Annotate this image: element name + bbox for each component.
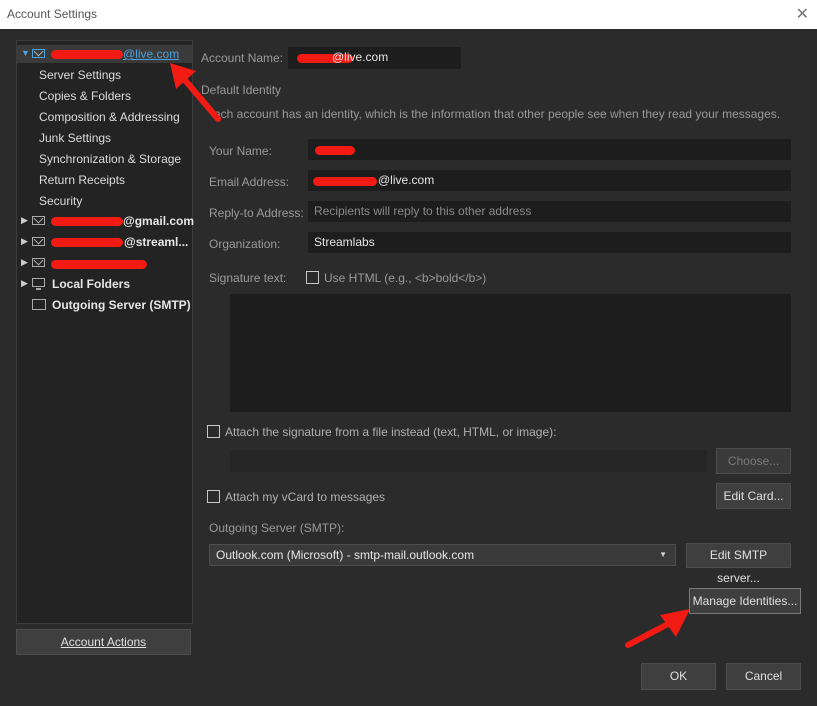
- attach-vcard-checkbox[interactable]: [207, 490, 220, 503]
- tree-item-server-settings[interactable]: Server Settings: [39, 66, 121, 84]
- organization-label: Organization:: [209, 237, 281, 251]
- manage-identities-button[interactable]: Manage Identities...: [689, 588, 801, 614]
- tree-local-folders-label: Local Folders: [52, 277, 131, 291]
- envelope-icon: [32, 216, 45, 225]
- use-html-label: Use HTML (e.g., <b>bold</b>): [324, 271, 487, 285]
- ok-button[interactable]: OK: [641, 663, 716, 690]
- tree-account-label: @streaml...: [124, 235, 189, 249]
- edit-card-button[interactable]: Edit Card...: [716, 483, 791, 509]
- monitor-icon: [32, 278, 45, 290]
- redaction-mark: [51, 260, 147, 269]
- replyto-label: Reply-to Address:: [209, 206, 304, 220]
- tree-account-live[interactable]: ▼ @live.com: [17, 45, 192, 63]
- tree-item-composition[interactable]: Composition & Addressing: [39, 108, 180, 126]
- tree-account-streamlabs[interactable]: ▶ @streaml...: [17, 233, 192, 251]
- use-html-checkbox[interactable]: [306, 271, 319, 284]
- smtp-label: Outgoing Server (SMTP):: [209, 521, 345, 535]
- default-identity-title: Default Identity: [201, 83, 282, 97]
- organization-field[interactable]: Streamlabs: [308, 232, 791, 253]
- tree-item-security[interactable]: Security: [39, 192, 82, 210]
- cancel-button[interactable]: Cancel: [726, 663, 801, 690]
- account-actions-button[interactable]: Account Actions: [16, 629, 191, 655]
- signature-label: Signature text:: [209, 271, 287, 285]
- smtp-select-value: Outlook.com (Microsoft) - smtp-mail.outl…: [216, 548, 475, 562]
- expand-icon[interactable]: ▶: [21, 257, 28, 268]
- tree-account-gmail[interactable]: ▶ @gmail.com: [17, 212, 195, 230]
- edit-smtp-button[interactable]: Edit SMTP server...: [686, 543, 791, 585]
- tree-account-other[interactable]: ▶: [17, 254, 192, 272]
- redaction-mark: [51, 238, 123, 247]
- window-title: Account Settings: [7, 7, 98, 21]
- signature-file-field[interactable]: [230, 450, 707, 472]
- attach-signature-label: Attach the signature from a file instead…: [225, 425, 557, 439]
- account-name-label: Account Name:: [201, 51, 284, 65]
- your-name-label: Your Name:: [209, 144, 272, 158]
- choose-button[interactable]: Choose...: [716, 448, 791, 474]
- redaction-mark: [315, 146, 355, 155]
- tree-item-synchronization[interactable]: Synchronization & Storage: [39, 150, 181, 168]
- identity-description: ach account has an identity, which is th…: [214, 107, 781, 121]
- smtp-select[interactable]: Outlook.com (Microsoft) - smtp-mail.outl…: [209, 544, 676, 566]
- account-name-field[interactable]: @live.com: [288, 47, 461, 69]
- expand-icon[interactable]: ▼: [21, 48, 30, 58]
- expand-icon[interactable]: ▶: [21, 236, 28, 247]
- outbox-icon: [32, 299, 46, 310]
- tree-account-label: @live.com: [123, 47, 180, 61]
- signature-textarea[interactable]: [230, 294, 791, 412]
- account-tree[interactable]: ▼ @live.com Server Settings Copies & Fol…: [16, 40, 195, 624]
- tree-item-copies-folders[interactable]: Copies & Folders: [39, 87, 131, 105]
- envelope-icon: [32, 237, 45, 246]
- replyto-field[interactable]: Recipients will reply to this other addr…: [308, 201, 791, 222]
- redaction-mark: [51, 217, 123, 226]
- attach-signature-checkbox[interactable]: [207, 425, 220, 438]
- email-field[interactable]: @live.com: [308, 170, 791, 191]
- chevron-down-icon: ▼: [659, 550, 667, 559]
- expand-icon[interactable]: ▶: [21, 215, 28, 226]
- your-name-field[interactable]: [308, 139, 791, 160]
- title-bar: Account Settings ✕: [0, 0, 817, 29]
- tree-outgoing-label: Outgoing Server (SMTP): [52, 298, 191, 312]
- expand-icon[interactable]: ▶: [21, 278, 28, 289]
- close-icon[interactable]: ✕: [796, 4, 809, 24]
- envelope-icon: [32, 258, 45, 267]
- email-label: Email Address:: [209, 175, 290, 189]
- redaction-mark: [51, 50, 123, 59]
- tree-outgoing-server[interactable]: Outgoing Server (SMTP): [17, 296, 192, 314]
- tree-item-junk-settings[interactable]: Junk Settings: [39, 129, 111, 147]
- tree-local-folders[interactable]: ▶ Local Folders: [17, 275, 192, 293]
- account-actions-label: Account Actions: [60, 635, 147, 649]
- redaction-mark: [313, 177, 377, 186]
- account-name-value: @live.com: [332, 50, 389, 64]
- attach-vcard-label: Attach my vCard to messages: [225, 490, 386, 504]
- tree-item-return-receipts[interactable]: Return Receipts: [39, 171, 125, 189]
- email-value: @live.com: [378, 173, 435, 187]
- tree-account-label: @gmail.com: [123, 214, 195, 228]
- envelope-icon: [32, 49, 45, 58]
